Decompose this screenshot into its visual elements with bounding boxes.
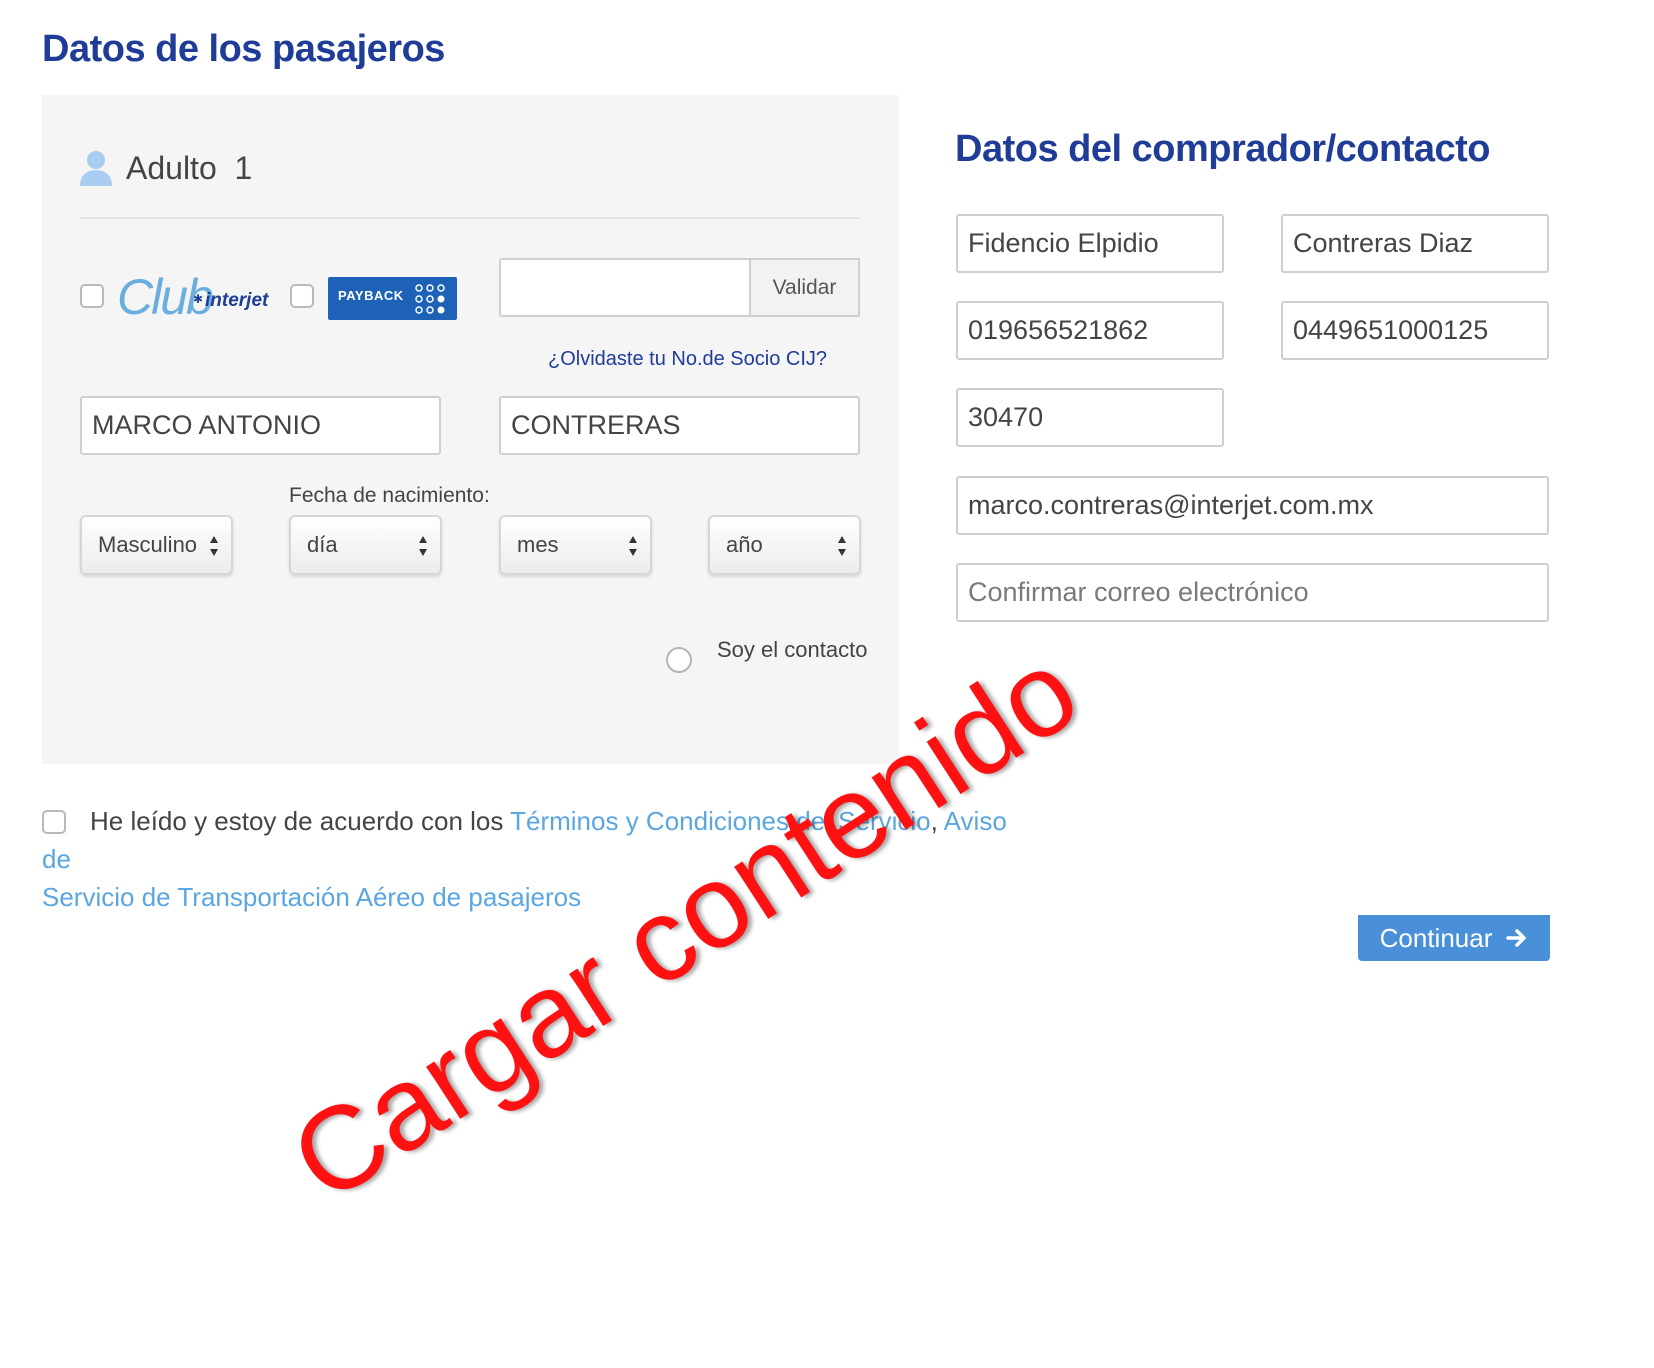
adult-number: 1 xyxy=(234,150,253,186)
contact-radio[interactable] xyxy=(666,647,692,673)
select-arrows-icon xyxy=(419,536,427,556)
month-select[interactable]: mes xyxy=(499,515,652,575)
year-select-value: año xyxy=(726,532,763,557)
buyer-mobile-input[interactable] xyxy=(1281,301,1549,360)
passenger-first-name-input[interactable] xyxy=(80,396,441,455)
buyer-zip-input[interactable] xyxy=(956,388,1224,447)
terms-intro: He leído y estoy de acuerdo con los xyxy=(90,806,504,836)
adult-header: Adulto 1 xyxy=(126,150,252,187)
payback-logo: PAYBACK xyxy=(328,277,457,320)
gender-select-value: Masculino xyxy=(98,532,198,557)
select-arrows-icon xyxy=(210,536,218,556)
validate-button[interactable]: Validar xyxy=(749,258,860,317)
day-select[interactable]: día xyxy=(289,515,442,575)
member-number-input[interactable] xyxy=(499,258,751,317)
arrow-right-icon xyxy=(1506,929,1527,947)
club-interjet-checkbox[interactable] xyxy=(80,284,104,308)
confirm-email-input[interactable] xyxy=(956,563,1549,622)
divider xyxy=(80,217,860,219)
payback-checkbox[interactable] xyxy=(290,284,314,308)
club-interjet-logo: Club ✱ interjet xyxy=(117,269,269,325)
day-select-value: día xyxy=(307,532,338,557)
continue-label: Continuar xyxy=(1379,922,1493,953)
forgot-member-link[interactable]: ¿Olvidaste tu No.de Socio CIJ? xyxy=(548,348,827,371)
buyer-email-input[interactable] xyxy=(956,476,1549,535)
service-notice-link[interactable]: Servicio de Transportación Aéreo de pasa… xyxy=(0,878,581,916)
buyer-last-name-input[interactable] xyxy=(1281,214,1549,273)
user-icon xyxy=(80,150,112,186)
passenger-last-name-input[interactable] xyxy=(499,396,860,455)
select-arrows-icon xyxy=(838,536,846,556)
continue-button[interactable]: Continuar xyxy=(1358,915,1550,961)
gender-select[interactable]: Masculino xyxy=(80,515,233,575)
month-select-value: mes xyxy=(517,532,559,557)
birthdate-label: Fecha de nacimiento: xyxy=(289,484,490,507)
buyer-phone-input[interactable] xyxy=(956,301,1224,360)
buyer-first-name-input[interactable] xyxy=(956,214,1224,273)
adult-label: Adulto xyxy=(126,150,217,186)
select-arrows-icon xyxy=(629,536,637,556)
buyer-title: Datos del comprador/contacto xyxy=(955,128,1490,170)
year-select[interactable]: año xyxy=(708,515,861,575)
passengers-title: Datos de los pasajeros xyxy=(42,28,445,70)
contact-label: Soy el contacto xyxy=(717,637,868,662)
